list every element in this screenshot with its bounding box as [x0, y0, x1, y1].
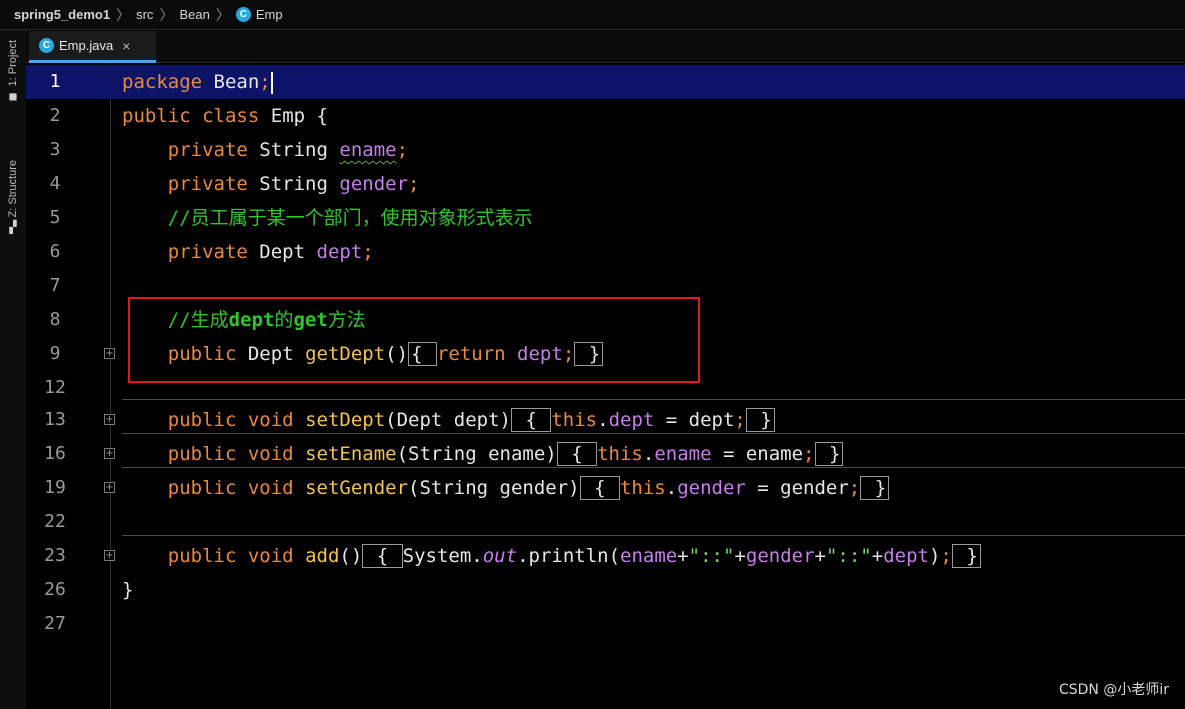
- code-line[interactable]: 6 private Dept dept;: [26, 235, 1185, 269]
- watermark: CSDN @小老师ir: [1058, 682, 1169, 698]
- code-text: private String ename;: [167, 139, 409, 161]
- line-number: 9: [49, 343, 61, 364]
- code-line[interactable]: 13 + public void setDept(Dept dept) { th…: [26, 403, 1185, 437]
- code-line[interactable]: 26 }: [26, 573, 1185, 607]
- tool-window-sidebar: 1: Project ■ Z: Structure ▞: [0, 30, 27, 709]
- close-icon[interactable]: ×: [122, 38, 130, 54]
- line-number: 12: [44, 377, 66, 398]
- line-number: 26: [44, 579, 66, 600]
- code-line[interactable]: 2 public class Emp {: [26, 99, 1185, 133]
- fold-expand-icon[interactable]: +: [104, 414, 115, 425]
- code-line[interactable]: 19 + public void setGender(String gender…: [26, 471, 1185, 505]
- highlight-annotation-box: [128, 297, 700, 383]
- line-number: 27: [44, 613, 66, 634]
- structure-tool-tab[interactable]: Z: Structure ▞: [4, 160, 22, 233]
- method-separator: [122, 433, 1185, 434]
- code-text: }: [122, 579, 134, 601]
- fold-expand-icon[interactable]: +: [104, 448, 115, 459]
- code-line[interactable]: 1 package Bean;: [26, 65, 1185, 99]
- folded-brace[interactable]: {: [511, 408, 552, 432]
- breadcrumb-class-label: Emp: [255, 7, 283, 22]
- method-separator: [122, 399, 1185, 400]
- line-number: 13: [44, 409, 66, 430]
- code-text: public void setEname(String ename) { thi…: [122, 437, 844, 471]
- line-number: 4: [49, 173, 61, 194]
- line-number: 6: [49, 241, 61, 262]
- code-text: public void add() { System.out.println(e…: [122, 539, 981, 573]
- project-tool-tab[interactable]: 1: Project ■: [4, 40, 22, 102]
- code-text: private Dept dept;: [167, 241, 374, 263]
- code-line[interactable]: 16 + public void setEname(String ename) …: [26, 437, 1185, 471]
- breadcrumb-separator-icon: 〉: [116, 6, 131, 23]
- folder-icon: ■: [9, 89, 17, 104]
- code-line[interactable]: 4 private String gender;: [26, 167, 1185, 201]
- breadcrumb-project[interactable]: spring5_demo1: [14, 7, 110, 22]
- breadcrumb-src[interactable]: src: [136, 7, 153, 22]
- code-text: //员工属于某一个部门，使用对象形式表示: [167, 207, 533, 229]
- tab-emp-java[interactable]: C Emp.java ×: [29, 31, 156, 63]
- breadcrumb: spring5_demo1 〉 src 〉 Bean 〉 C Emp: [0, 0, 1185, 30]
- line-number: 1: [49, 71, 61, 92]
- line-number: 2: [49, 105, 61, 126]
- tab-label: Emp.java: [59, 38, 114, 53]
- text-caret: [270, 71, 273, 94]
- ide-window: spring5_demo1 〉 src 〉 Bean 〉 C Emp 1: Pr…: [0, 0, 1185, 709]
- fold-expand-icon[interactable]: +: [104, 482, 115, 493]
- code-text: private String gender;: [167, 173, 420, 195]
- folded-brace[interactable]: {: [556, 442, 598, 466]
- code-text: public void setDept(Dept dept) { this.de…: [122, 403, 775, 437]
- folded-brace[interactable]: }: [745, 408, 775, 432]
- fold-expand-icon[interactable]: +: [104, 348, 115, 359]
- code-editor[interactable]: 1 package Bean; 2 public class Emp { 3 p…: [26, 63, 1185, 709]
- line-number: 23: [44, 545, 66, 566]
- line-number: 16: [44, 443, 66, 464]
- method-separator: [122, 467, 1185, 468]
- class-icon: C: [39, 38, 54, 53]
- code-line[interactable]: 5 //员工属于某一个部门，使用对象形式表示: [26, 201, 1185, 235]
- breadcrumb-class[interactable]: C Emp: [235, 7, 283, 22]
- project-tool-label: 1: Project: [7, 40, 19, 87]
- class-icon: C: [235, 7, 251, 22]
- line-number: 22: [44, 511, 66, 532]
- structure-tool-label: Z: Structure: [7, 160, 19, 218]
- breadcrumb-package[interactable]: Bean: [179, 7, 209, 22]
- code-text: public void setGender(String gender) { t…: [122, 471, 890, 505]
- editor-tab-bar: C Emp.java ×: [26, 31, 1185, 63]
- breadcrumb-separator-icon: 〉: [215, 6, 230, 23]
- code-line[interactable]: 27: [26, 607, 1185, 641]
- code-line[interactable]: 23 + public void add() { System.out.prin…: [26, 539, 1185, 573]
- folded-brace[interactable]: }: [951, 544, 981, 568]
- line-number: 19: [44, 477, 66, 498]
- code-line[interactable]: 22: [26, 505, 1185, 539]
- line-number: 7: [49, 275, 61, 296]
- line-number: 5: [49, 207, 61, 228]
- folded-brace[interactable]: {: [579, 476, 620, 500]
- folded-brace[interactable]: {: [362, 544, 403, 568]
- code-line[interactable]: 3 private String ename;: [26, 133, 1185, 167]
- breadcrumb-separator-icon: 〉: [159, 6, 174, 23]
- method-separator: [122, 535, 1185, 536]
- folded-brace[interactable]: }: [814, 442, 844, 466]
- folded-brace[interactable]: }: [860, 476, 890, 500]
- line-number: 8: [49, 309, 61, 330]
- fold-expand-icon[interactable]: +: [104, 550, 115, 561]
- code-text: package Bean;: [122, 71, 273, 94]
- structure-icon: ▞: [9, 220, 17, 235]
- code-text: public class Emp {: [122, 105, 328, 127]
- line-number: 3: [49, 139, 61, 160]
